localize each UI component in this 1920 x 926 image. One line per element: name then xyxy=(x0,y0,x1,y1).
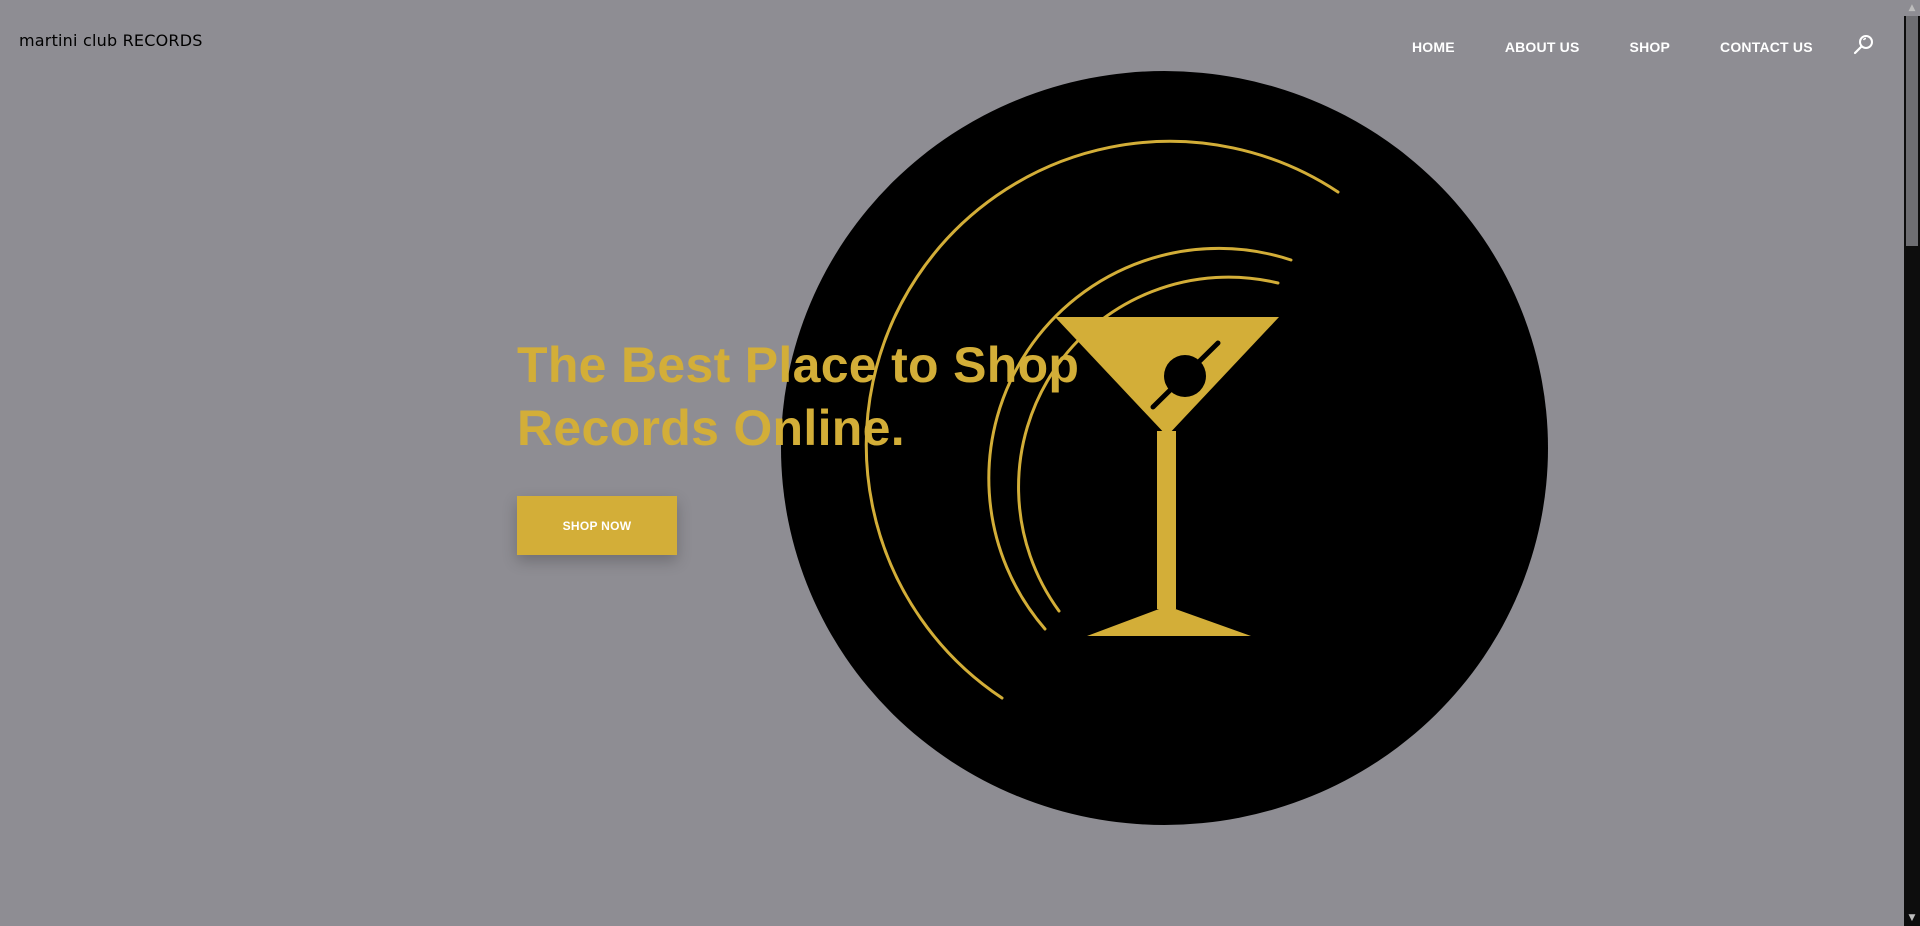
scroll-down-icon[interactable]: ▼ xyxy=(1904,910,1920,926)
site-header: martini club RECORDS HOME ABOUT US SHOP … xyxy=(0,0,1904,90)
main-nav: HOME ABOUT US SHOP CONTACT US xyxy=(1412,34,1875,58)
page: martini club RECORDS HOME ABOUT US SHOP … xyxy=(0,0,1920,926)
search-icon xyxy=(1853,35,1873,55)
nav-home-link[interactable]: HOME xyxy=(1412,39,1455,55)
logo-text-lower: martini club xyxy=(19,31,118,50)
nav-contact-us-link[interactable]: CONTACT US xyxy=(1720,39,1813,55)
logo-text-upper: RECORDS xyxy=(122,31,203,50)
site-logo[interactable]: martini club RECORDS xyxy=(19,31,203,50)
page-scrollbar[interactable]: ▲ ▼ xyxy=(1904,0,1920,926)
nav-about-us-link[interactable]: ABOUT US xyxy=(1505,39,1580,55)
hero-title: The Best Place to Shop Records Online. xyxy=(517,334,1137,460)
search-button[interactable] xyxy=(1853,34,1875,56)
scrollbar-thumb[interactable] xyxy=(1906,16,1918,246)
hero-section: The Best Place to Shop Records Online. xyxy=(517,334,1137,460)
nav-shop-link[interactable]: SHOP xyxy=(1630,39,1670,55)
scroll-up-icon[interactable]: ▲ xyxy=(1904,0,1920,16)
shop-now-button[interactable]: SHOP NOW xyxy=(517,496,677,555)
hero-title-line2: Records Online. xyxy=(517,400,905,456)
hero-title-line1: The Best Place to Shop xyxy=(517,337,1080,393)
